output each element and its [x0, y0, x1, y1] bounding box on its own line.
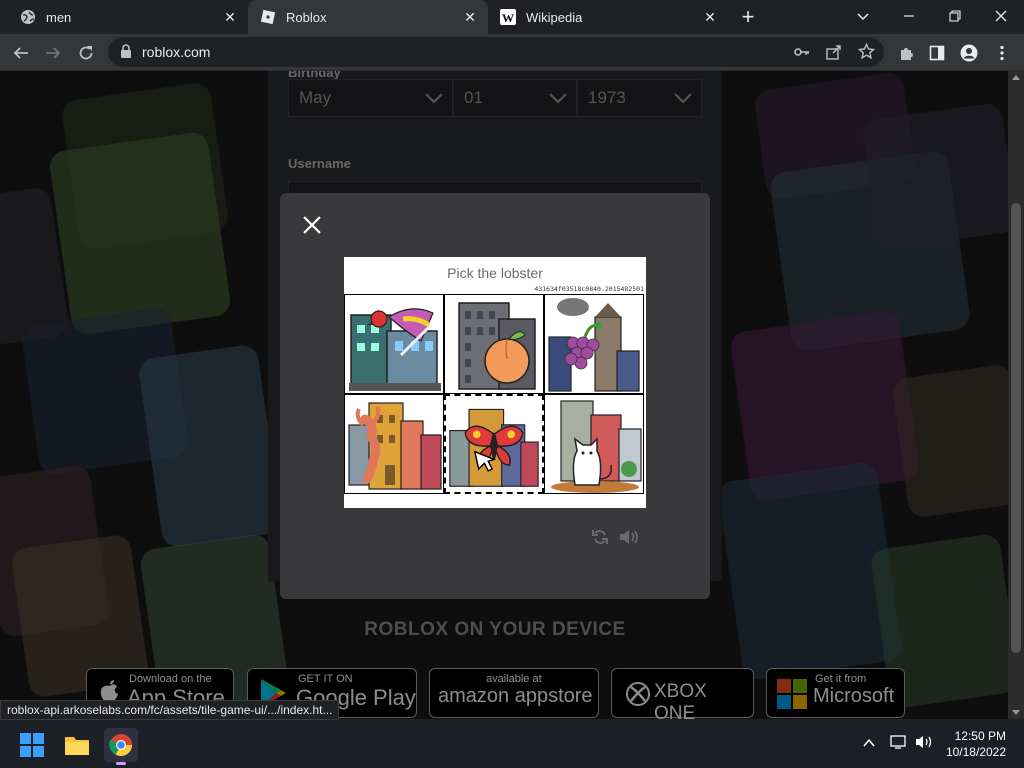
- bookmark-star-icon[interactable]: [857, 42, 876, 65]
- audio-challenge-icon[interactable]: [618, 528, 640, 546]
- tab-men[interactable]: men ✕: [8, 0, 248, 34]
- grapes-building-image: [548, 298, 640, 392]
- close-window-icon[interactable]: [978, 0, 1024, 32]
- captcha-tile-peach[interactable]: [444, 294, 544, 394]
- svg-text:W: W: [502, 11, 514, 25]
- link-status-bubble: roblox-api.arkoselabs.com/fc/assets/tile…: [0, 700, 340, 720]
- clock-time: 12:50 PM: [954, 729, 1006, 743]
- new-tab-icon[interactable]: +: [738, 6, 758, 28]
- windows-taskbar: 12:50 PM 10/18/2022: [0, 720, 1024, 768]
- wikipedia-icon: W: [500, 9, 516, 25]
- tab-title: Wikipedia: [526, 9, 583, 25]
- peach-building-image: [458, 302, 536, 390]
- captcha-tile-butterfly[interactable]: [444, 394, 544, 494]
- restore-icon[interactable]: [932, 0, 978, 32]
- key-icon[interactable]: [794, 44, 810, 65]
- butterfly-building-image: [449, 408, 539, 487]
- cat-building-image: [551, 400, 642, 493]
- volume-icon[interactable]: [914, 734, 934, 755]
- chrome-icon[interactable]: [104, 728, 138, 765]
- network-icon[interactable]: [890, 734, 908, 755]
- tab-title: men: [46, 9, 72, 25]
- close-icon[interactable]: [300, 213, 324, 237]
- scroll-down-arrow[interactable]: [1012, 710, 1020, 715]
- captcha-tile-grapes[interactable]: [544, 294, 644, 394]
- captcha-panel: Pick the lobster 431634f03518c0840.20154…: [344, 257, 646, 508]
- scrollbar-thumb[interactable]: [1011, 203, 1021, 653]
- tab-close-icon[interactable]: ✕: [222, 9, 238, 25]
- tab-close-icon[interactable]: ✕: [462, 9, 478, 25]
- captcha-tile-lobster[interactable]: [344, 394, 444, 494]
- roblox-logo-icon: [260, 9, 276, 25]
- tab-search-icon[interactable]: [840, 0, 886, 32]
- page-content: Birthday May 01 1973 Username ROBLOX ON …: [0, 71, 1008, 719]
- browser-toolbar: roblox.com: [0, 34, 1024, 71]
- refresh-icon[interactable]: [591, 528, 609, 546]
- windows-start-icon[interactable]: [15, 728, 49, 762]
- file-explorer-icon[interactable]: [60, 728, 94, 762]
- tab-title: Roblox: [286, 9, 327, 25]
- lock-icon[interactable]: [120, 44, 132, 64]
- captcha-tile-cat[interactable]: [544, 394, 644, 494]
- tab-close-icon[interactable]: ✕: [702, 9, 718, 25]
- vertical-scrollbar[interactable]: [1008, 71, 1024, 719]
- lobster-building-image: [348, 402, 442, 490]
- extensions-icon[interactable]: [893, 40, 919, 66]
- globe-icon: [20, 9, 36, 25]
- share-icon[interactable]: [826, 44, 842, 65]
- forward-icon[interactable]: [40, 40, 66, 66]
- tab-roblox[interactable]: Roblox ✕: [248, 0, 488, 34]
- captcha-modal: Pick the lobster 431634f03518c0840.20154…: [280, 193, 710, 599]
- url-text: roblox.com: [142, 44, 211, 60]
- address-bar[interactable]: roblox.com: [108, 37, 884, 67]
- profile-avatar-icon[interactable]: [956, 40, 982, 66]
- tab-strip: men ✕ Roblox ✕ W Wikipedia ✕ +: [0, 0, 1024, 34]
- show-hidden-icons-icon[interactable]: [862, 736, 876, 754]
- system-clock[interactable]: 12:50 PM 10/18/2022: [946, 728, 1006, 760]
- captcha-challenge-id: 431634f03518c0840.2015482501: [534, 285, 644, 293]
- minimize-icon[interactable]: [886, 0, 932, 32]
- captcha-tile-parrot[interactable]: [344, 294, 444, 394]
- back-icon[interactable]: [8, 40, 34, 66]
- scroll-up-arrow[interactable]: [1012, 75, 1020, 80]
- side-panel-icon[interactable]: [924, 40, 950, 66]
- menu-kebab-icon[interactable]: [989, 40, 1015, 66]
- tab-wikipedia[interactable]: W Wikipedia ✕: [488, 0, 728, 34]
- active-app-indicator: [116, 762, 126, 765]
- clock-date: 10/18/2022: [945, 745, 1006, 759]
- reload-icon[interactable]: [73, 40, 99, 66]
- parrot-building-image: [349, 308, 441, 391]
- captcha-prompt: Pick the lobster: [447, 265, 543, 281]
